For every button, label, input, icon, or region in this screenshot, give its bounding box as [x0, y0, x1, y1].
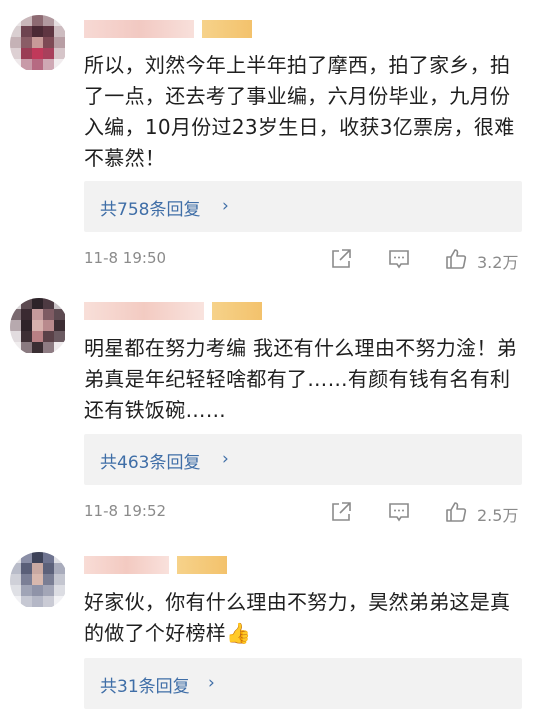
comment-meta: 11-8 19:50 3.2万: [84, 247, 524, 272]
chevron-right-icon: ›: [222, 449, 229, 469]
thumbs-up-icon[interactable]: [444, 500, 468, 524]
comment-icon[interactable]: [387, 247, 411, 271]
like-count: 2.5万: [477, 506, 519, 525]
reply-box[interactable]: 共31条回复 ›: [84, 658, 522, 709]
comment-text: 明星都在努力考编 我还有什么理由不努力淦！弟弟真是年纪轻轻啥都有了……有颜有钱有…: [84, 336, 517, 422]
avatar[interactable]: [10, 15, 68, 73]
reply-count-link[interactable]: 共758条回复: [100, 195, 200, 220]
reply-count-link[interactable]: 共31条回复: [100, 672, 190, 697]
avatar[interactable]: [10, 298, 68, 356]
username[interactable]: [84, 302, 264, 320]
like-count: 3.2万: [477, 253, 519, 272]
comment-text: 好家伙，你有什么理由不努力，昊然弟弟这是真的做了个好榜样👍: [84, 590, 511, 645]
share-icon[interactable]: [329, 500, 353, 524]
chevron-right-icon: ›: [222, 196, 229, 216]
reply-box[interactable]: 共758条回复 ›: [84, 181, 522, 232]
comment-text: 所以，刘然今年上半年拍了摩西，拍了家乡，拍了一点，还去考了事业编，六月份毕业，九…: [84, 53, 515, 170]
comment-meta: 11-8 19:52 2.5万: [84, 500, 524, 525]
username[interactable]: [84, 556, 229, 574]
timestamp: 11-8 19:50: [84, 249, 167, 267]
reply-box[interactable]: 共463条回复 ›: [84, 434, 522, 485]
thumbs-up-icon[interactable]: [444, 247, 468, 271]
share-icon[interactable]: [329, 247, 353, 271]
avatar[interactable]: [10, 552, 68, 610]
timestamp: 11-8 19:52: [84, 502, 167, 520]
comment-icon[interactable]: [387, 500, 411, 524]
reply-count-link[interactable]: 共463条回复: [100, 448, 200, 473]
chevron-right-icon: ›: [208, 673, 215, 693]
username[interactable]: [84, 20, 254, 38]
